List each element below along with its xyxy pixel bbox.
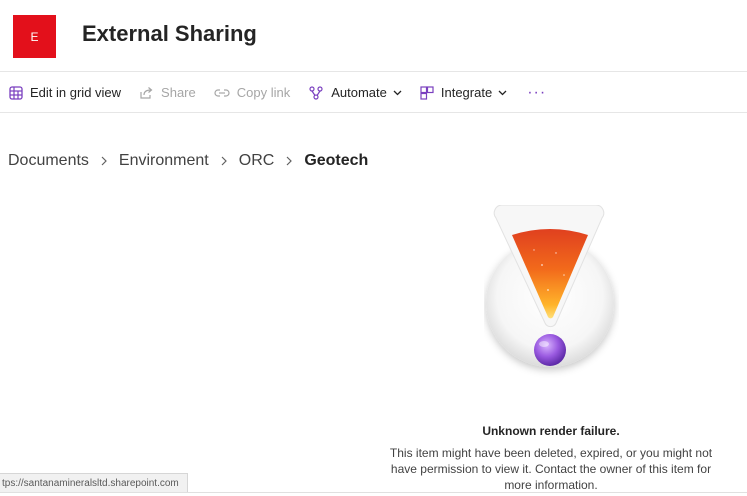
chevron-right-icon (101, 156, 107, 166)
link-icon (214, 88, 230, 97)
window-bottom-edge (0, 492, 747, 496)
error-description-line: This item might have been deleted, expir… (389, 446, 713, 460)
automate-icon (309, 85, 323, 100)
integrate-button[interactable]: Integrate (420, 73, 507, 113)
site-title[interactable]: External Sharing (82, 21, 257, 47)
automate-label: Automate (331, 85, 387, 100)
site-logo-letter: E (30, 29, 39, 44)
share-icon (140, 86, 153, 99)
site-logo[interactable]: E (13, 15, 56, 58)
command-bar: Edit in grid view Share Copy link Automa… (0, 73, 747, 113)
site-header: E External Sharing (0, 0, 747, 72)
chevron-right-icon (286, 156, 293, 166)
error-description: This item might have been deleted, expir… (378, 445, 724, 493)
breadcrumb: Documents Environment ORC Geotech (8, 152, 368, 170)
browser-status-url: tps://santanamineralsltd.sharepoint.com (0, 473, 188, 492)
breadcrumb-item-environment[interactable]: Environment (119, 152, 209, 170)
integrate-label: Integrate (440, 85, 493, 100)
error-exclamation-illustration (486, 205, 614, 367)
copy-link-label: Copy link (236, 85, 291, 100)
chevron-down-icon (393, 90, 402, 95)
automate-button[interactable]: Automate (308, 73, 402, 113)
chevron-down-icon (498, 90, 507, 95)
breadcrumb-item-current: Geotech (304, 152, 369, 169)
more-options-icon: ··· (527, 83, 547, 101)
edit-in-grid-view-label: Edit in grid view (30, 85, 122, 100)
error-description-line: have permission to view it. Contact the … (390, 462, 712, 476)
breadcrumb-item-documents[interactable]: Documents (8, 152, 89, 170)
share-button[interactable]: Share (139, 73, 196, 113)
share-label: Share (161, 85, 196, 100)
chevron-right-icon (221, 156, 227, 166)
copy-link-button[interactable]: Copy link (214, 73, 290, 113)
breadcrumb-item-orc[interactable]: ORC (239, 152, 275, 170)
more-options-button[interactable]: ··· (527, 73, 546, 113)
grid-icon (9, 85, 23, 100)
sharepoint-page: E External Sharing Edit in grid view Sha… (0, 0, 747, 496)
edit-in-grid-view-button[interactable]: Edit in grid view (9, 73, 121, 113)
error-description-line: more information. (504, 478, 598, 492)
integrate-icon (420, 85, 434, 100)
error-title: Unknown render failure. (482, 424, 620, 438)
